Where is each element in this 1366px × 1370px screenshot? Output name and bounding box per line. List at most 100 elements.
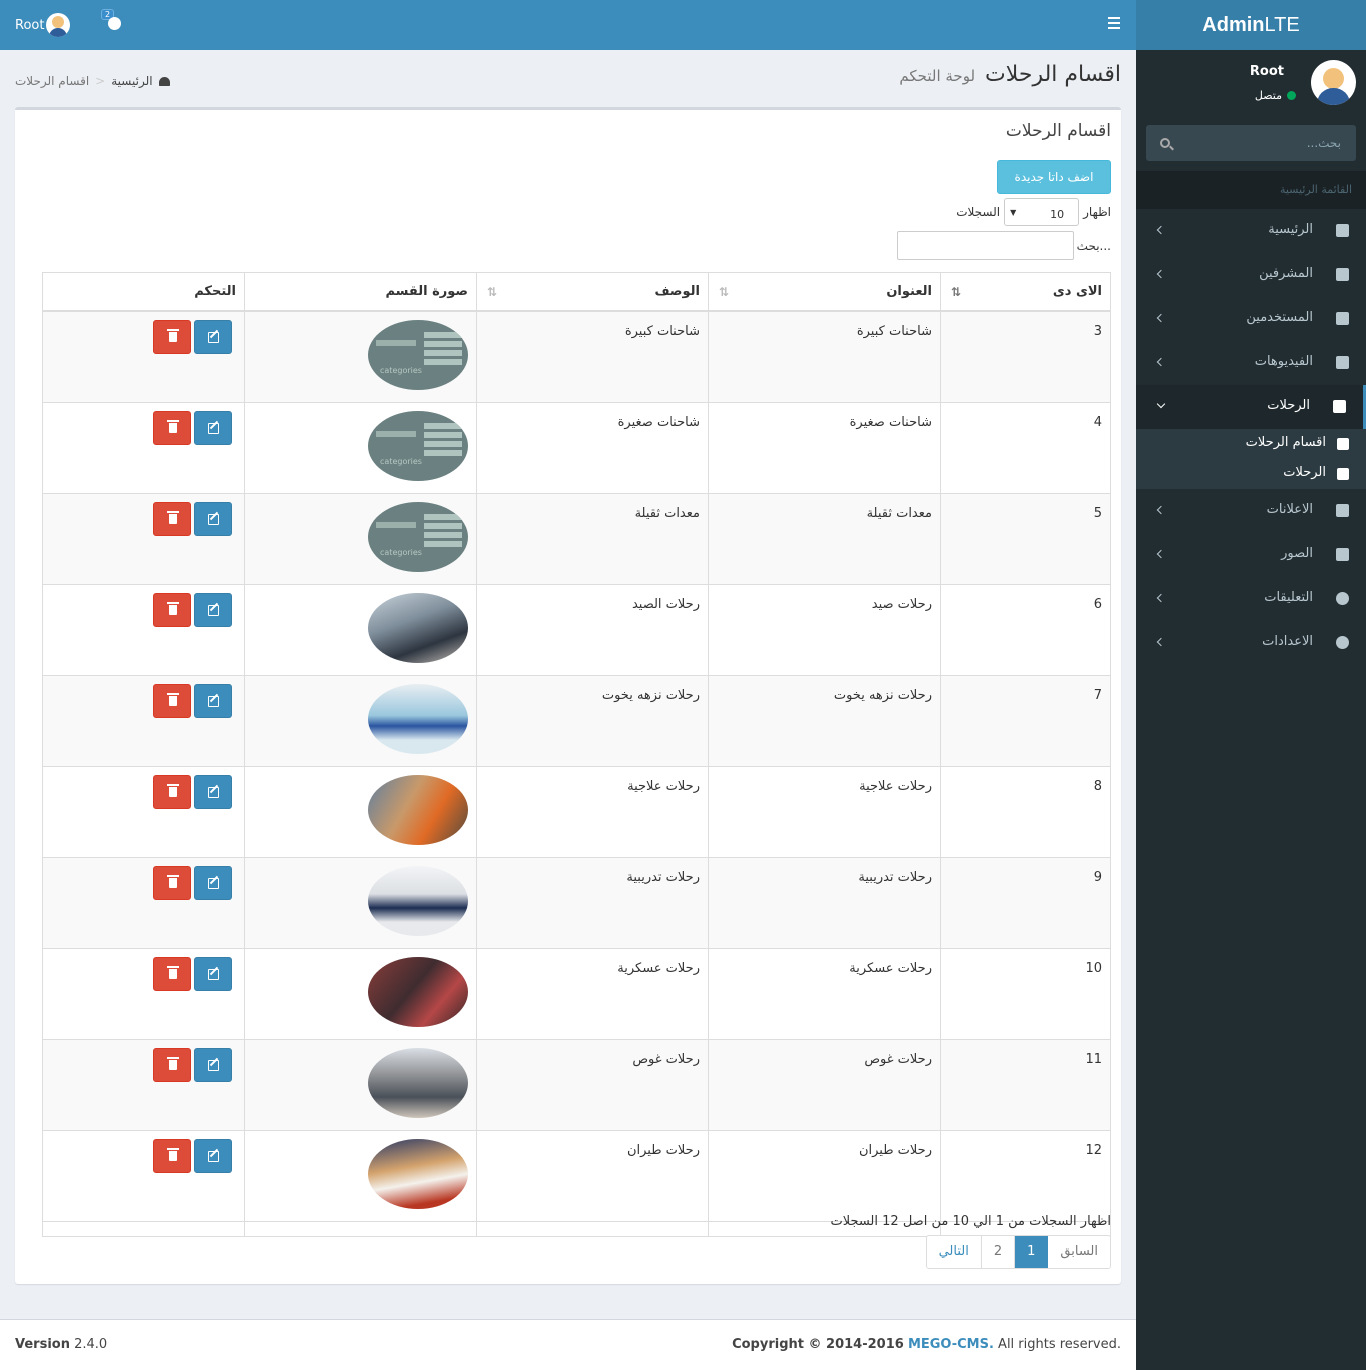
cell-controls [42,674,245,767]
cell-description: رحلات نزهه يخوت [476,674,709,767]
column-header-description[interactable]: الوصف ⇅ [476,272,709,312]
delete-button[interactable] [153,1047,191,1082]
edit-button[interactable] [194,956,232,991]
edit-button[interactable] [194,501,232,536]
brand-link[interactable]: MEGO-CMS. [908,1337,994,1352]
logo[interactable]: AdminLTE [1136,0,1366,50]
table-header-row: الاى دى ⇅ العنوان ⇅ الوصف ⇅ صورة القسم التح… [42,272,1111,312]
globe-icon[interactable] [108,17,121,30]
user-menu[interactable]: Root [15,13,71,37]
delete-button[interactable] [153,501,191,536]
sidebar-search-input[interactable] [1176,125,1351,161]
delete-button[interactable] [153,410,191,445]
user-secret-icon [1336,268,1349,281]
footer-version: Version 2.4.0 [15,1337,107,1352]
plane-icon [1337,468,1349,480]
online-dot-icon [1287,91,1296,100]
sidebar-avatar [1311,60,1356,105]
row-actions [53,956,236,991]
cell-id: 7 [940,674,1111,767]
table-row: 9 رحلات تدريبية رحلات تدريبية [42,856,1111,949]
pagination-page-2[interactable]: 2 [981,1236,1016,1268]
breadcrumb-home[interactable]: الرئيسية [111,74,152,88]
edit-button[interactable] [194,1047,232,1082]
row-actions [53,865,236,900]
edit-button[interactable] [194,865,232,900]
trash-icon [167,1056,179,1070]
edit-icon [208,422,219,434]
column-header-title[interactable]: العنوان ⇅ [708,272,941,312]
sidebar-item-admins[interactable]: المشرفين [1136,253,1366,297]
rights-text: All rights reserved. [998,1337,1121,1352]
cell-id: 11 [940,1038,1111,1131]
pagination-prev[interactable]: السابق [1048,1236,1110,1268]
table-row: 11 رحلات غوص رحلات غوص [42,1038,1111,1131]
delete-button[interactable] [153,956,191,991]
sidebar-user-panel: Root متصل [1136,50,1366,120]
sidebar-item-home[interactable]: الرئيسية [1136,209,1366,253]
delete-button[interactable] [153,774,191,809]
edit-button[interactable] [194,683,232,718]
user-menu-name: Root [15,17,45,33]
edit-button[interactable] [194,1138,232,1173]
box-title: اقسام الرحلات [1005,121,1111,141]
sidebar-item-label: الفيديوهات [1254,354,1313,369]
page-length-select[interactable]: 10 ▼ [1004,198,1080,226]
cell-image [244,310,477,403]
cell-title: رحلات صيد [708,583,941,676]
user-icon [1336,312,1349,325]
table-row: 8 رحلات علاجية رحلات علاجية [42,765,1111,858]
cell-title: رحلات نزهه يخوت [708,674,941,767]
search-icon[interactable] [1160,138,1170,148]
category-image [368,319,468,390]
edit-button[interactable] [194,774,232,809]
cell-title: رحلات علاجية [708,765,941,858]
category-image [368,956,468,1027]
edit-button[interactable] [194,592,232,627]
sidebar-item-videos[interactable]: الفيديوهات [1136,341,1366,385]
sidebar-toggle-icon[interactable] [1108,17,1120,29]
sidebar-item-trips[interactable]: الرحلات [1136,385,1366,429]
cell-id: 10 [940,947,1111,1040]
delete-button[interactable] [153,592,191,627]
column-header-id[interactable]: الاى دى ⇅ [940,272,1111,312]
sidebar-item-users[interactable]: المستخدمين [1136,297,1366,341]
cell-controls [42,1038,245,1131]
row-actions [53,683,236,718]
chevron-left-icon [1156,549,1166,559]
dashboard-icon [1336,224,1349,237]
sidebar-item-label: الرحلات [1267,398,1310,413]
sidebar-subitem-trip-categories[interactable]: اقسام الرحلات [1136,429,1366,459]
table-search-input[interactable] [896,231,1074,260]
cell-controls [42,492,245,585]
chevron-left-icon [1156,637,1166,647]
column-header-label: التحكم [194,283,236,299]
trash-icon [167,601,179,615]
pagination-next[interactable]: التالي [926,1236,982,1268]
empty-cell [476,1220,709,1237]
category-image [368,501,468,572]
sidebar-section-header: القائمة الرئيسية [1136,171,1366,209]
sidebar-item-label: المستخدمين [1246,310,1313,325]
trash-icon [167,874,179,888]
sidebar-item-images[interactable]: الصور [1136,533,1366,577]
row-actions [53,1138,236,1173]
delete-button[interactable] [153,319,191,354]
cell-id: 3 [940,310,1111,403]
edit-button[interactable] [194,410,232,445]
cell-controls [42,947,245,1040]
cell-image [244,765,477,858]
sidebar-item-settings[interactable]: الاعدادات [1136,621,1366,665]
sidebar-subitem-trips[interactable]: الرحلات [1136,459,1366,489]
sidebar-item-ads[interactable]: الاعلانات [1136,489,1366,533]
user-avatar [46,13,71,37]
pagination-page-1[interactable]: 1 [1015,1236,1049,1268]
edit-button[interactable] [194,319,232,354]
sidebar-item-comments[interactable]: التعليقات [1136,577,1366,621]
edit-icon [208,1150,219,1162]
sidebar: Root متصل القائمة الرئيسية الرئيسية المش… [1136,50,1366,1370]
add-new-button[interactable]: اضف داتا جديدة [997,160,1111,194]
delete-button[interactable] [153,683,191,718]
delete-button[interactable] [153,1138,191,1173]
delete-button[interactable] [153,865,191,900]
